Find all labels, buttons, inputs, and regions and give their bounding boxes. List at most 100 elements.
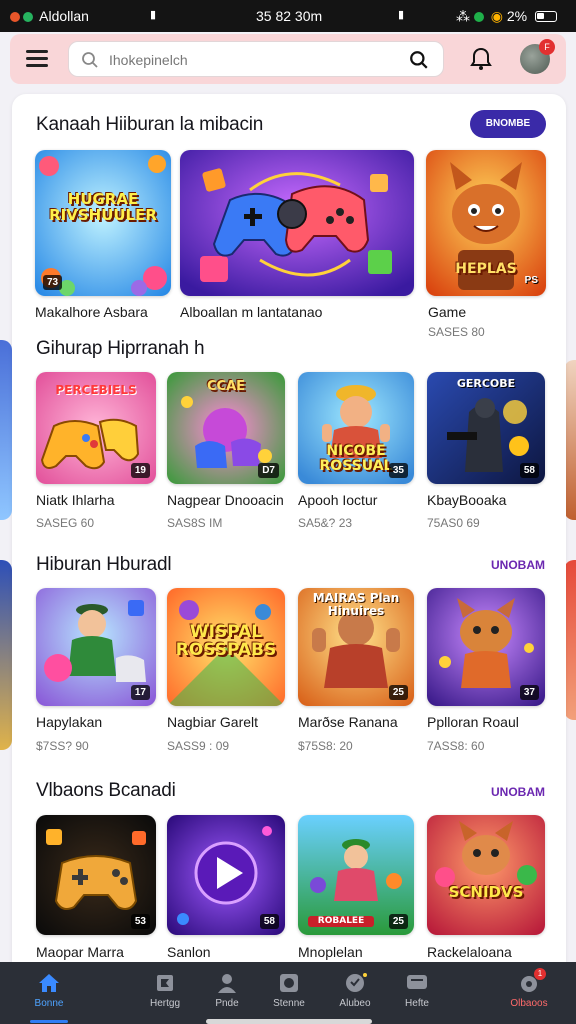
status-bar: Aldollan ▮ 35 82 30m ▮ ⁂ ◉ 2% <box>0 0 576 32</box>
game-card[interactable]: MAIRAS Plan Hinuires 25 <box>298 588 414 706</box>
game-title-art: HUGRAE RIVSHUULER <box>49 190 157 224</box>
game-title-art: CCAE <box>206 379 246 394</box>
nav-label: Stenne <box>273 998 305 1009</box>
app-bar: Ihokepinelch F <box>10 34 566 84</box>
player-count-badge: 58 <box>259 914 279 929</box>
search-bar[interactable]: Ihokepinelch <box>68 41 444 77</box>
nav-item[interactable]: Pnde <box>192 962 262 1024</box>
section-title: Kanaah Hiiburan la mibacin <box>36 114 264 135</box>
avatar[interactable]: F <box>520 39 555 74</box>
game-meta: SA5&? 23 <box>298 516 353 530</box>
nav-item[interactable]: 1 Olbaoos <box>494 962 564 1024</box>
search-input[interactable]: Ihokepinelch <box>109 52 188 68</box>
sim-icon: ▮ <box>398 9 405 21</box>
nav-home[interactable]: Bonne <box>14 962 84 1024</box>
home-icon <box>39 974 59 992</box>
flag-icon <box>157 975 173 991</box>
game-name[interactable]: Hapylakan <box>36 714 102 730</box>
nav-item[interactable]: Alubeo <box>320 962 390 1024</box>
player-count-badge: 53 <box>130 914 150 929</box>
game-title-art: GERCOBE <box>456 377 516 390</box>
game-artwork <box>427 815 545 935</box>
menu-icon[interactable] <box>26 50 48 68</box>
game-title-art: MAIRAS Plan Hinuires <box>312 591 400 618</box>
game-name[interactable]: Pplloran Roaul <box>427 714 519 730</box>
game-card[interactable]: PERCEBIELS 19 <box>36 372 156 484</box>
player-count-badge: 37 <box>519 685 539 700</box>
search-submit-icon[interactable] <box>409 50 429 70</box>
featured-see-all-button[interactable]: BNOMBE <box>470 110 546 138</box>
nav-label: Alubeo <box>339 998 371 1009</box>
store-icon <box>280 974 298 992</box>
game-card-featured[interactable]: HUGRAE RIVSHUULER 73 <box>35 150 171 296</box>
battery-percent: 2% <box>506 8 528 24</box>
chat-icon <box>407 975 427 989</box>
game-name[interactable]: Sanlon <box>167 944 211 960</box>
section-title: Gihurap Hiprranah h <box>36 338 205 359</box>
game-card-featured[interactable] <box>180 150 414 296</box>
game-meta: 7ASS8: 60 <box>427 739 485 753</box>
profile-icon <box>218 974 236 993</box>
game-name[interactable]: Niatk Ihlarha <box>36 492 115 508</box>
status-app-name: Aldollan <box>39 8 89 24</box>
see-all-link[interactable]: UNOBAM <box>491 785 545 799</box>
player-count-badge: 19 <box>130 463 150 478</box>
nav-item[interactable]: Hefte <box>382 962 452 1024</box>
game-card[interactable]: NICOBE ROSSUAL 35 <box>298 372 414 484</box>
game-meta: SASEG 60 <box>36 516 95 530</box>
game-meta: SASES 80 <box>428 325 485 339</box>
game-card[interactable]: CCAE D7 <box>167 372 285 484</box>
nav-label: Bonne <box>34 998 64 1009</box>
game-card[interactable]: ROBALEE 25 <box>298 815 414 935</box>
gesture-bar <box>206 1019 372 1024</box>
see-all-link[interactable]: UNOBAM <box>491 558 545 572</box>
game-name[interactable]: Game <box>428 304 466 320</box>
game-card[interactable]: 17 <box>36 588 156 706</box>
nav-item[interactable]: Hertgg <box>130 962 200 1024</box>
game-title-art: SCNIDVS <box>448 883 524 901</box>
game-name[interactable]: Maopar Marra <box>36 944 124 960</box>
game-card[interactable]: 58 <box>167 815 285 935</box>
game-card[interactable]: GERCOBE 58 <box>427 372 545 484</box>
background-card-left <box>0 560 12 750</box>
game-name[interactable]: KbayBooaka <box>427 492 506 508</box>
app-notification-icon <box>23 12 33 22</box>
game-card[interactable]: SCNIDVS <box>427 815 545 935</box>
active-indicator <box>30 1020 68 1023</box>
nav-label: Olbaoos <box>510 998 548 1009</box>
controller-icon <box>180 150 414 296</box>
game-meta: SASS9 : 09 <box>167 739 230 753</box>
game-name[interactable]: Rackelaloana <box>427 944 512 960</box>
game-name[interactable]: Marðse Ranana <box>298 714 398 730</box>
lock-icon: ▮ <box>150 9 157 21</box>
game-name[interactable]: Mnoplelan <box>298 944 363 960</box>
game-title-art: ROBALEE <box>308 915 374 927</box>
game-card-featured[interactable]: HEPLAS PS <box>426 150 546 296</box>
nav-label: Hertgg <box>149 998 180 1009</box>
game-name[interactable]: Alboallan m lantatanao <box>180 304 322 320</box>
game-name[interactable]: Nagbiar Garelt <box>167 714 258 730</box>
player-count-badge: 25 <box>388 914 408 929</box>
platform-badge: PS <box>524 275 538 286</box>
game-card[interactable]: WISPAL ROSSPABS <box>167 588 285 706</box>
game-card[interactable]: 37 <box>427 588 545 706</box>
location-icon: ◉ <box>490 8 503 24</box>
player-count-badge: 73 <box>43 275 63 290</box>
game-meta: 75AS0 69 <box>427 516 480 530</box>
player-count-badge: 25 <box>388 685 408 700</box>
game-name[interactable]: Apooh Ioctur <box>298 492 377 508</box>
status-right: ⁂ ◉ 2% <box>456 8 558 25</box>
avatar-badge: F <box>539 39 555 55</box>
game-card[interactable]: 53 <box>36 815 156 935</box>
nav-item[interactable]: Stenne <box>254 962 324 1024</box>
nav-label: Pnde <box>215 998 239 1009</box>
game-meta: SAS8S IM <box>167 516 223 530</box>
background-card-left <box>0 340 12 520</box>
game-name[interactable]: Nagpear Dnooacin <box>167 492 284 508</box>
bell-icon[interactable] <box>468 46 494 72</box>
status-left: Aldollan <box>10 8 89 24</box>
wifi-icon: ⁂ <box>456 8 470 24</box>
player-count-badge: D7 <box>258 463 279 478</box>
game-name[interactable]: Makalhore Asbara <box>35 304 148 320</box>
player-count-badge: 58 <box>519 463 539 478</box>
